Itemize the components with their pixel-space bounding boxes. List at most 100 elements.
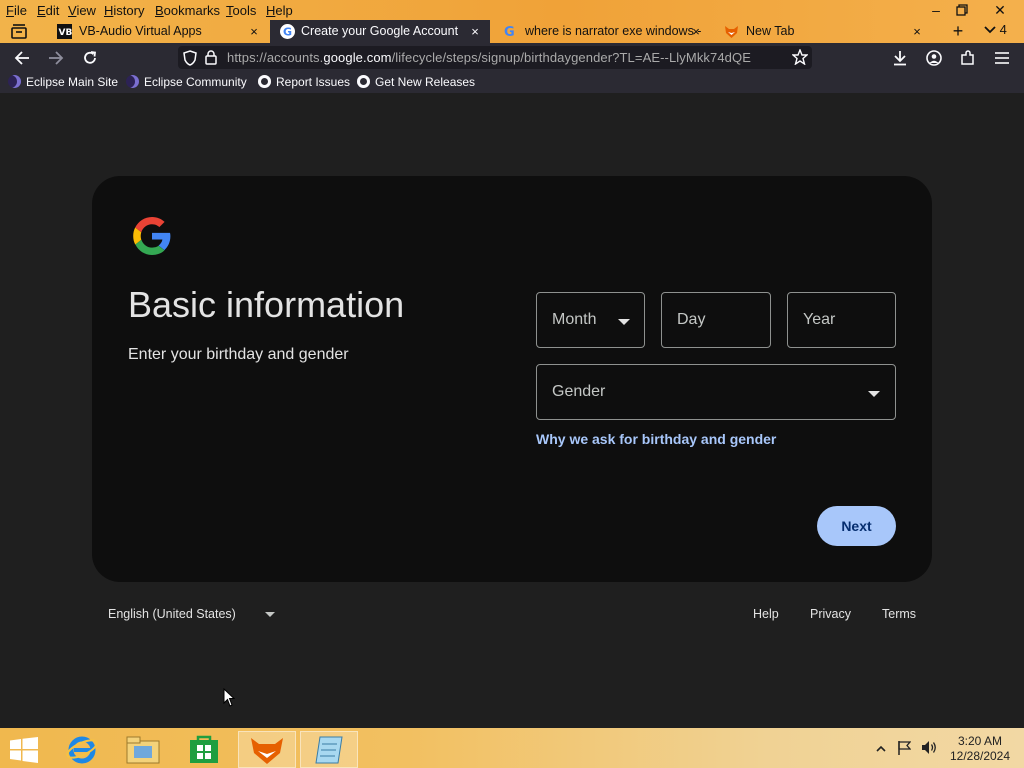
- lock-icon: [205, 50, 217, 65]
- back-arrow-icon: [14, 51, 29, 65]
- tab-label: where is narrator exe windows -: [525, 24, 702, 38]
- app-menu-button[interactable]: [991, 47, 1013, 69]
- language-select[interactable]: English (United States): [108, 607, 236, 621]
- restore-icon: [956, 4, 968, 16]
- menu-edit[interactable]: Edit: [37, 3, 59, 18]
- month-placeholder: Month: [552, 311, 597, 328]
- day-input[interactable]: Day: [661, 292, 771, 348]
- close-window-button[interactable]: ✕: [982, 0, 1018, 20]
- why-birthday-gender-link[interactable]: Why we ask for birthday and gender: [536, 431, 776, 447]
- tab-narrator-search[interactable]: G where is narrator exe windows - ×: [503, 20, 703, 43]
- github-icon: [258, 75, 271, 88]
- bookmark-label: Get New Releases: [375, 75, 476, 89]
- reload-button[interactable]: [79, 47, 101, 69]
- tab-vb-audio[interactable]: VB VB-Audio Virtual Apps ×: [57, 20, 261, 43]
- url-path: /lifecycle/steps/signup/birthdaygender?T…: [391, 50, 751, 65]
- internet-explorer-icon: [66, 736, 98, 764]
- system-clock[interactable]: 3:20 AM 12/28/2024: [944, 734, 1016, 764]
- reload-icon: [84, 51, 97, 64]
- clock-date: 12/28/2024: [949, 749, 1011, 763]
- page-title: Basic information: [128, 284, 405, 325]
- new-tab-button[interactable]: +: [948, 21, 968, 41]
- google-icon: G: [280, 24, 295, 39]
- signup-card: Basic information Enter your birthday an…: [92, 176, 932, 582]
- day-placeholder: Day: [677, 311, 706, 328]
- show-hidden-icons-button[interactable]: [876, 742, 886, 768]
- forward-arrow-icon: [49, 51, 64, 65]
- svg-text:G: G: [283, 26, 292, 39]
- chevron-up-icon: [876, 745, 886, 752]
- help-link[interactable]: Help: [753, 607, 779, 621]
- windows-taskbar: [0, 728, 1024, 768]
- bookmarks-toolbar: Eclipse Main Site Eclipse Community Repo…: [0, 72, 1024, 93]
- taskbar-store[interactable]: [175, 731, 233, 768]
- menu-history[interactable]: History: [104, 3, 144, 18]
- account-button[interactable]: [923, 47, 945, 69]
- shield-icon: [183, 50, 197, 66]
- eclipse-icon: [126, 75, 139, 88]
- windows-logo-icon: [10, 737, 38, 763]
- tab-close-icon[interactable]: ×: [689, 20, 703, 43]
- tab-close-icon[interactable]: ×: [910, 20, 924, 43]
- tray-icon: [11, 24, 27, 39]
- restore-button[interactable]: [944, 0, 980, 20]
- bookmark-get-new-releases[interactable]: Get New Releases: [357, 75, 475, 89]
- gender-placeholder: Gender: [552, 383, 606, 400]
- taskbar-file-explorer[interactable]: [114, 731, 172, 768]
- downloads-button[interactable]: [889, 47, 911, 69]
- tab-overview-button[interactable]: [10, 23, 30, 41]
- bookmark-report-issues[interactable]: Report Issues: [258, 75, 350, 89]
- dropdown-arrow-icon: [868, 391, 880, 397]
- taskbar-notepad[interactable]: [300, 731, 358, 768]
- menu-bookmarks[interactable]: Bookmarks: [155, 3, 220, 18]
- tab-count: 4: [999, 22, 1007, 37]
- tab-close-icon[interactable]: ×: [468, 20, 482, 43]
- menu-file[interactable]: File: [6, 3, 27, 18]
- start-button[interactable]: [0, 731, 48, 768]
- gender-select[interactable]: Gender: [536, 364, 896, 420]
- bookmark-label: Eclipse Community: [144, 75, 247, 89]
- year-input[interactable]: Year: [787, 292, 896, 348]
- notepad-icon: [315, 736, 343, 764]
- vb-audio-icon: VB: [57, 24, 72, 39]
- address-bar[interactable]: https://accounts.google.com/lifecycle/st…: [178, 46, 812, 69]
- volume-button[interactable]: [921, 740, 938, 768]
- bookmark-eclipse-main-site[interactable]: Eclipse Main Site: [8, 75, 118, 89]
- tab-close-icon[interactable]: ×: [247, 20, 261, 43]
- next-button[interactable]: Next: [817, 506, 896, 546]
- menu-bar: File Edit View History Bookmarks Tools H…: [0, 0, 1024, 20]
- menu-tools[interactable]: Tools: [226, 3, 256, 18]
- puzzle-piece-icon: [961, 50, 974, 65]
- page-subtitle: Enter your birthday and gender: [128, 346, 349, 363]
- download-icon: [894, 51, 906, 66]
- taskbar-internet-explorer[interactable]: [53, 731, 111, 768]
- speaker-icon: [922, 741, 936, 754]
- tab-new-tab[interactable]: New Tab ×: [724, 20, 926, 43]
- forward-button[interactable]: [45, 47, 67, 69]
- terms-link[interactable]: Terms: [882, 607, 916, 621]
- tab-list-button[interactable]: 4: [984, 22, 1007, 42]
- tab-create-google-account[interactable]: G Create your Google Account ×: [270, 20, 490, 43]
- bookmark-label: Eclipse Main Site: [26, 75, 119, 89]
- extensions-button[interactable]: [957, 47, 979, 69]
- back-button[interactable]: [11, 47, 33, 69]
- taskbar-firefox[interactable]: [238, 731, 296, 768]
- dropdown-arrow-icon[interactable]: [265, 612, 275, 617]
- url-text: https://accounts.google.com/lifecycle/st…: [227, 50, 782, 65]
- store-bag-icon: [190, 735, 218, 763]
- svg-text:VB: VB: [59, 28, 73, 38]
- menu-help[interactable]: Help: [266, 3, 293, 18]
- svg-text:G: G: [504, 25, 515, 39]
- eclipse-icon: [8, 75, 21, 88]
- action-center-flag-button[interactable]: [897, 740, 912, 768]
- privacy-link[interactable]: Privacy: [810, 607, 851, 621]
- github-icon: [357, 75, 370, 88]
- bookmark-star-icon[interactable]: [792, 49, 808, 65]
- tab-label: New Tab: [746, 24, 795, 38]
- navigation-bar: https://accounts.google.com/lifecycle/st…: [0, 43, 1024, 72]
- mouse-pointer-icon: [223, 688, 235, 707]
- tab-label: VB-Audio Virtual Apps: [79, 24, 202, 38]
- menu-view[interactable]: View: [68, 3, 96, 18]
- month-select[interactable]: Month: [536, 292, 645, 348]
- bookmark-eclipse-community[interactable]: Eclipse Community: [126, 75, 247, 89]
